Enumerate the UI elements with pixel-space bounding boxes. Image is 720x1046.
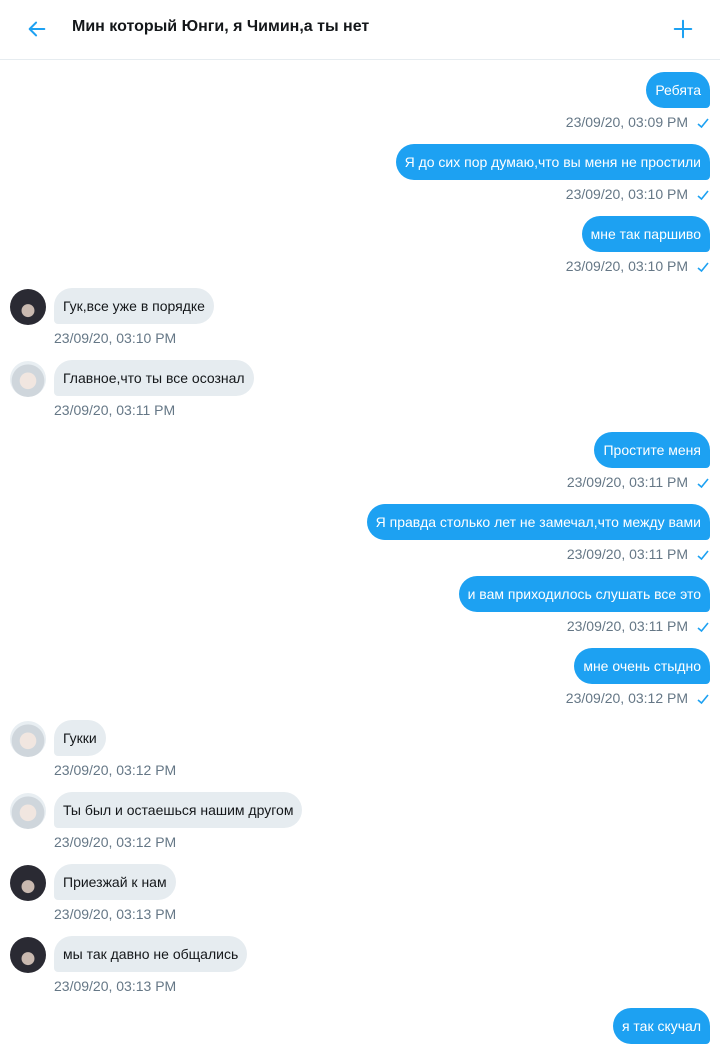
checkmark-icon bbox=[697, 118, 709, 129]
message-bubble[interactable]: Я до сих пор думаю,что вы меня не прости… bbox=[395, 144, 710, 180]
message-incoming: Гукки 23/09/20, 03:12 PM bbox=[0, 720, 720, 784]
message-timestamp: 23/09/20, 03:11 PM bbox=[566, 618, 688, 634]
message-timestamp: 23/09/20, 03:10 PM bbox=[565, 186, 688, 202]
message-bubble[interactable]: Приезжай к нам bbox=[54, 864, 176, 900]
message-timestamp: 23/09/20, 03:11 PM bbox=[54, 402, 176, 418]
message-outgoing: мне очень стыдно 23/09/20, 03:12 PM bbox=[0, 648, 720, 712]
avatar[interactable] bbox=[10, 361, 46, 397]
message-outgoing: Ребята 23/09/20, 03:09 PM bbox=[0, 72, 720, 136]
message-bubble[interactable]: Я правда столько лет не замечал,что межд… bbox=[366, 504, 710, 540]
message-timestamp: 23/09/20, 03:11 PM bbox=[566, 474, 688, 490]
message-bubble[interactable]: я так скучал bbox=[612, 1008, 710, 1044]
message-bubble[interactable]: Главное,что ты все осознал bbox=[54, 360, 254, 396]
checkmark-icon bbox=[697, 550, 709, 561]
chat-header: Мин который Юнги, я Чимин,а ты нет bbox=[0, 0, 720, 60]
message-timestamp: 23/09/20, 03:11 PM bbox=[566, 546, 688, 562]
checkmark-icon bbox=[697, 622, 709, 633]
avatar[interactable] bbox=[10, 289, 46, 325]
message-bubble[interactable]: Ребята bbox=[646, 72, 710, 108]
message-timestamp: 23/09/20, 03:13 PM bbox=[54, 978, 177, 994]
message-outgoing: Я до сих пор думаю,что вы меня не прости… bbox=[0, 144, 720, 208]
message-timestamp: 23/09/20, 03:13 PM bbox=[54, 906, 177, 922]
message-incoming: Ты был и остаешься нашим другом 23/09/20… bbox=[0, 792, 720, 856]
message-timestamp: 23/09/20, 03:10 PM bbox=[54, 330, 177, 346]
message-timestamp: 23/09/20, 03:12 PM bbox=[54, 762, 177, 778]
avatar[interactable] bbox=[10, 937, 46, 973]
avatar[interactable] bbox=[10, 721, 46, 757]
arrow-left-icon bbox=[28, 21, 46, 37]
message-timestamp: 23/09/20, 03:09 PM bbox=[565, 114, 688, 130]
message-outgoing: я так скучал bbox=[0, 1008, 720, 1046]
message-outgoing: Я правда столько лет не замечал,что межд… bbox=[0, 504, 720, 568]
message-bubble[interactable]: Гукки bbox=[54, 720, 106, 756]
message-timestamp: 23/09/20, 03:12 PM bbox=[565, 690, 688, 706]
avatar[interactable] bbox=[10, 793, 46, 829]
message-outgoing: мне так паршиво 23/09/20, 03:10 PM bbox=[0, 216, 720, 280]
message-incoming: мы так давно не общались 23/09/20, 03:13… bbox=[0, 936, 720, 1000]
plus-icon bbox=[673, 19, 693, 39]
message-bubble[interactable]: и вам приходилось слушать все это bbox=[458, 576, 710, 612]
message-bubble[interactable]: Ты был и остаешься нашим другом bbox=[54, 792, 303, 828]
conversation-title: Мин который Юнги, я Чимин,а ты нет bbox=[72, 18, 370, 35]
message-bubble[interactable]: Простите меня bbox=[594, 432, 710, 468]
message-incoming: Гук,все уже в порядке 23/09/20, 03:10 PM bbox=[0, 288, 720, 352]
message-outgoing: Простите меня 23/09/20, 03:11 PM bbox=[0, 432, 720, 496]
add-button[interactable] bbox=[668, 14, 698, 44]
checkmark-icon bbox=[697, 478, 709, 489]
back-button[interactable] bbox=[22, 14, 52, 44]
message-bubble[interactable]: мы так давно не общались bbox=[54, 936, 248, 972]
checkmark-icon bbox=[697, 262, 709, 273]
message-outgoing: и вам приходилось слушать все это 23/09/… bbox=[0, 576, 720, 640]
checkmark-icon bbox=[697, 694, 709, 705]
message-incoming: Главное,что ты все осознал 23/09/20, 03:… bbox=[0, 360, 720, 424]
checkmark-icon bbox=[697, 190, 709, 201]
message-bubble[interactable]: Гук,все уже в порядке bbox=[54, 288, 214, 324]
message-bubble[interactable]: мне очень стыдно bbox=[574, 648, 710, 684]
message-timestamp: 23/09/20, 03:10 PM bbox=[565, 258, 688, 274]
message-incoming: Приезжай к нам 23/09/20, 03:13 PM bbox=[0, 864, 720, 928]
avatar[interactable] bbox=[10, 865, 46, 901]
message-bubble[interactable]: мне так паршиво bbox=[581, 216, 710, 252]
message-timestamp: 23/09/20, 03:12 PM bbox=[54, 834, 177, 850]
